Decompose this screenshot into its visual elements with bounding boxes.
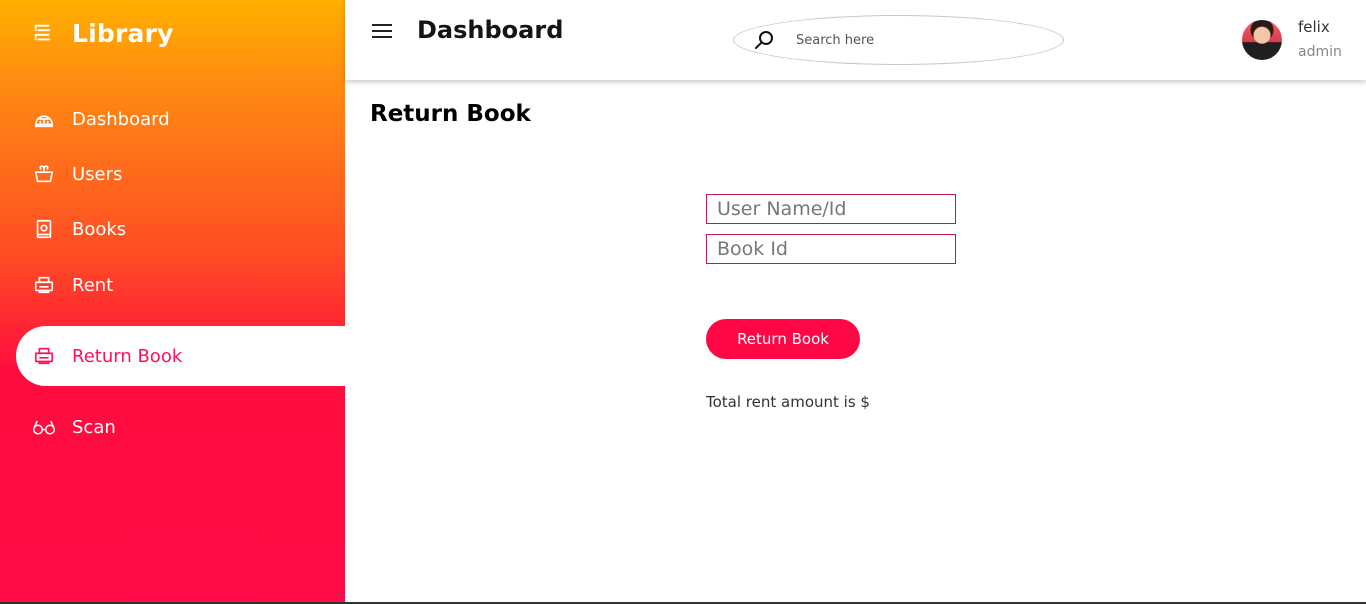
- avatar[interactable]: [1242, 20, 1282, 60]
- sidebar-item-label: Scan: [72, 416, 116, 438]
- return-book-button[interactable]: Return Book: [706, 319, 860, 359]
- sidebar-item-books[interactable]: Books: [16, 201, 345, 257]
- sidebar-item-label: Users: [72, 163, 123, 185]
- gift-basket-icon: [32, 162, 56, 186]
- topbar: Dashboard felix admin: [345, 0, 1366, 80]
- sidebar-item-users[interactable]: Users: [16, 146, 345, 202]
- book-icon: [32, 217, 56, 241]
- sidebar-item-label: Books: [72, 218, 127, 240]
- user-name: felix: [1298, 18, 1330, 36]
- sidebar-item-dashboard[interactable]: Dashboard: [16, 91, 345, 147]
- book-id-field[interactable]: [706, 234, 956, 264]
- sidebar-item-rent[interactable]: Rent: [16, 257, 345, 313]
- user-name-id-field[interactable]: [706, 194, 956, 224]
- brand[interactable]: Library: [32, 16, 174, 50]
- glasses-icon: [32, 415, 56, 439]
- printer-icon: [32, 344, 56, 368]
- search-box[interactable]: [733, 15, 1064, 65]
- printer-icon: [32, 273, 56, 297]
- dashboard-dome-icon: [32, 107, 56, 131]
- menu-toggle-button[interactable]: [372, 20, 394, 42]
- app: Library Dashboard Users Books Rent Retur…: [0, 0, 1366, 604]
- hamburger-icon: [372, 24, 392, 26]
- user-role: admin: [1298, 44, 1342, 60]
- sidebar-item-label: Rent: [72, 274, 114, 296]
- header-title: Dashboard: [417, 16, 564, 44]
- sidebar-item-label: Return Book: [72, 345, 183, 367]
- total-rent-text: Total rent amount is $: [706, 393, 870, 411]
- brand-title: Library: [72, 18, 174, 48]
- sidebar-item-label: Dashboard: [72, 108, 170, 130]
- sidebar-item-return-book[interactable]: Return Book: [16, 326, 345, 386]
- search-input[interactable]: [796, 32, 1036, 48]
- sidebar: Library Dashboard Users Books Rent Retur…: [0, 0, 345, 604]
- books-stack-icon: [34, 24, 51, 41]
- sidebar-item-scan[interactable]: Scan: [16, 399, 345, 455]
- search-icon[interactable]: [752, 28, 776, 52]
- page-title: Return Book: [370, 101, 531, 127]
